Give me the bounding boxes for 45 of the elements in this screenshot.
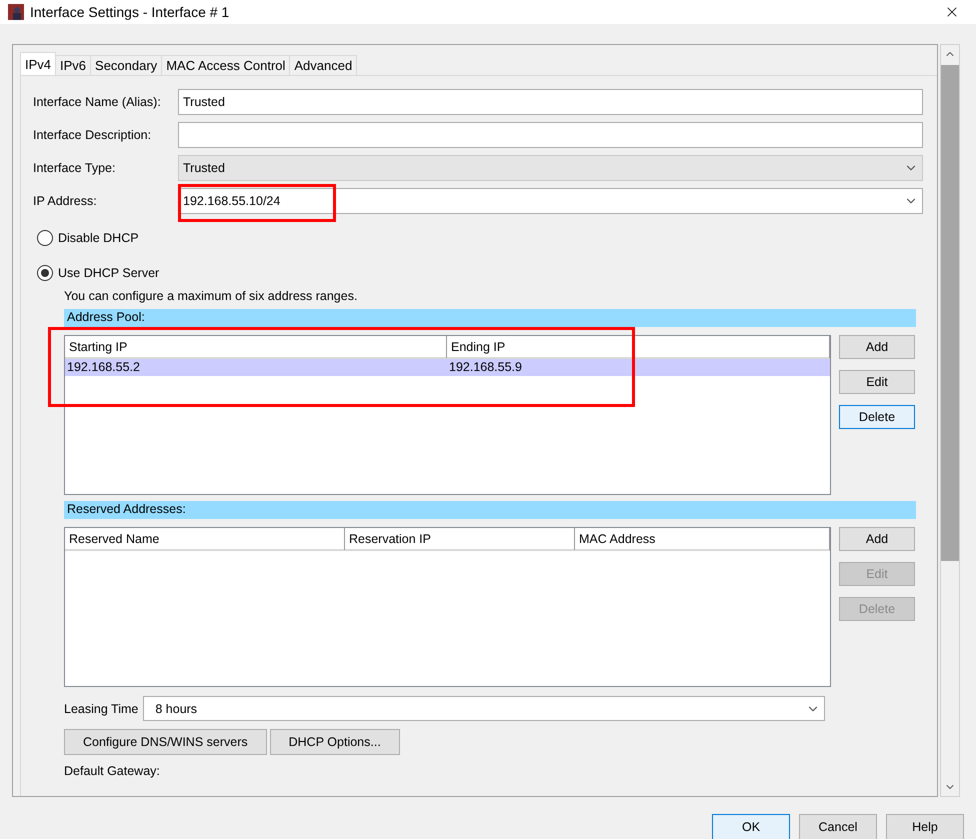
window-title: Interface Settings - Interface # 1 — [30, 4, 230, 20]
dropdown-field[interactable]: 8 hours — [143, 696, 826, 721]
field-value: 192.168.55.10/24 — [183, 194, 280, 208]
radio-button[interactable] — [37, 265, 53, 281]
input-field[interactable]: Trusted — [178, 89, 923, 115]
field-value: 8 hours — [155, 702, 198, 716]
tab[interactable]: Advanced — [289, 55, 358, 75]
app-icon — [8, 4, 24, 20]
add-button[interactable]: Add — [839, 527, 915, 551]
scroll-thumb[interactable] — [941, 65, 959, 561]
field-label: Leasing Time — [64, 702, 138, 716]
action-button[interactable]: Configure DNS/WINS servers — [64, 729, 267, 755]
radio-label: Disable DHCP — [58, 231, 139, 245]
tab[interactable]: Secondary — [90, 55, 162, 75]
column-header[interactable]: MAC Address — [575, 528, 830, 550]
field-label: Interface Name (Alias): — [33, 95, 162, 109]
column-header[interactable]: Reservation IP — [345, 528, 575, 550]
section-header: Reserved Addresses: — [64, 501, 916, 519]
dialog-button[interactable]: OK — [712, 814, 790, 839]
action-button[interactable]: DHCP Options... — [270, 729, 400, 755]
field-label: Default Gateway: — [64, 764, 161, 778]
input-field[interactable] — [178, 122, 923, 148]
column-header[interactable]: Starting IP — [65, 336, 447, 358]
tab[interactable]: IPv4 — [20, 52, 56, 75]
hint-text: You can configure a maximum of six address ranges. — [64, 289, 358, 303]
delete-button[interactable]: Delete — [839, 405, 915, 429]
radio-label: Use DHCP Server — [58, 266, 160, 280]
column-header[interactable]: Reserved Name — [65, 528, 345, 550]
table-cell-text: 192.168.55.9 — [448, 359, 523, 376]
dropdown-field[interactable]: 192.168.55.10/24 — [178, 188, 923, 214]
dialog-button[interactable]: Help — [886, 814, 964, 839]
scrollbar[interactable] — [940, 44, 960, 797]
radio-button[interactable] — [37, 230, 53, 246]
field-label: IP Address: — [33, 194, 98, 208]
column-header[interactable]: Ending IP — [447, 336, 830, 358]
table-row[interactable]: 192.168.55.2 192.168.55.9 — [65, 359, 830, 376]
table-cell-text: 192.168.55.2 — [66, 359, 141, 376]
dropdown-field[interactable]: Trusted — [178, 155, 923, 181]
edit-button[interactable]: Edit — [839, 370, 915, 394]
field-value: Trusted — [183, 161, 225, 175]
dialog-button[interactable]: Cancel — [799, 814, 877, 839]
section-header: Address Pool: — [64, 309, 916, 327]
field-label: Interface Description: — [33, 128, 152, 142]
field-label: Interface Type: — [33, 161, 116, 175]
add-button[interactable]: Add — [839, 335, 915, 359]
